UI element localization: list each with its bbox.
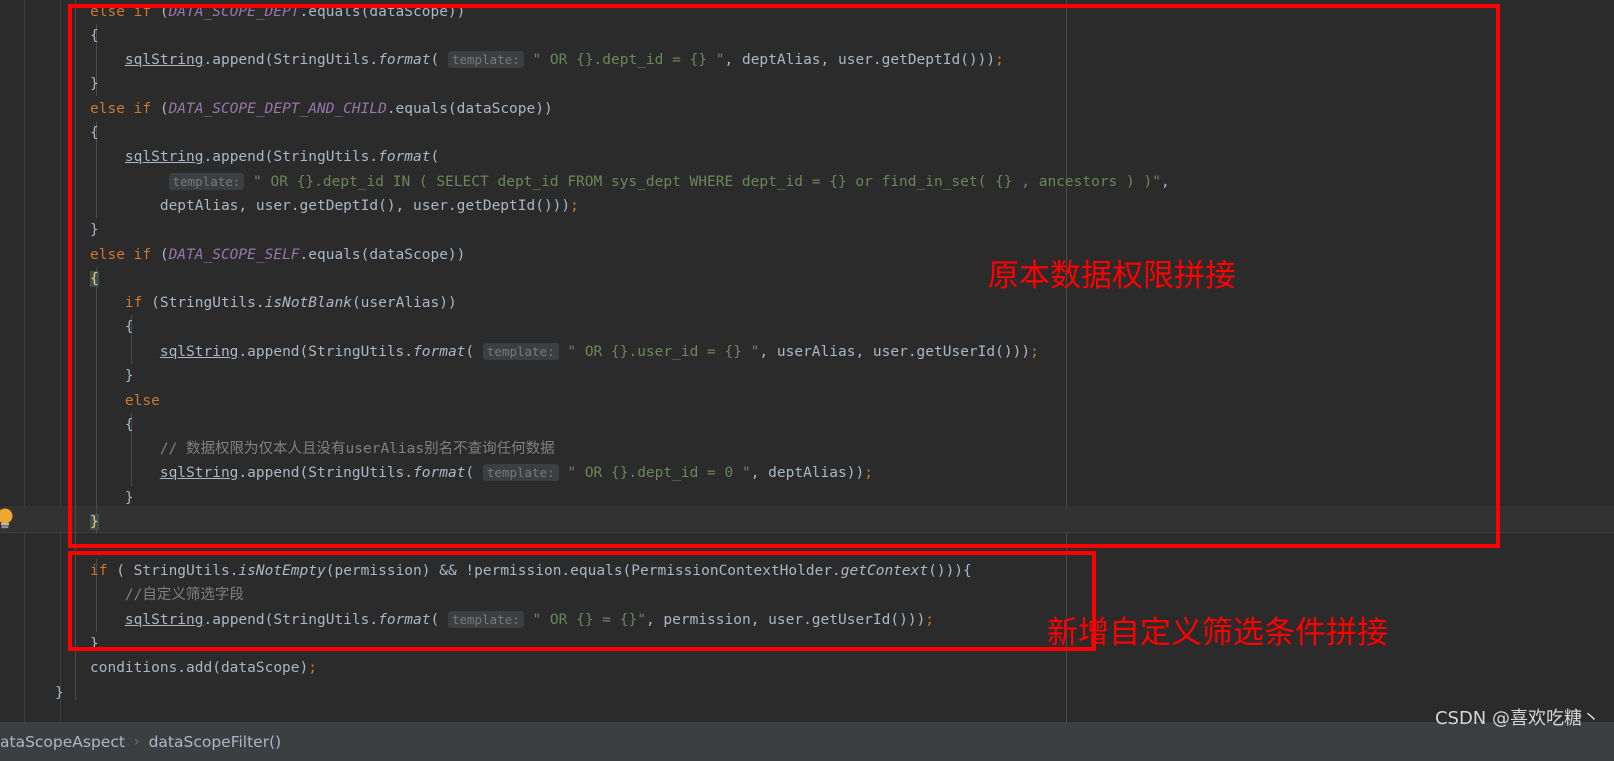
code-line: } bbox=[55, 685, 64, 701]
annotation-label-original: 原本数据权限拼接 bbox=[988, 258, 1236, 294]
breadcrumb-item-class[interactable]: ataScopeAspect bbox=[0, 733, 125, 751]
code-editor[interactable]: else if (DATA_SCOPE_DEPT.equals(dataScop… bbox=[0, 0, 1614, 722]
lightbulb-icon[interactable] bbox=[0, 505, 18, 531]
chevron-right-icon: › bbox=[133, 733, 140, 750]
gutter-divider-1 bbox=[24, 0, 25, 722]
code-line: conditions.add(dataScope); bbox=[90, 660, 317, 676]
gutter-divider-2 bbox=[60, 0, 61, 722]
annotation-box-original bbox=[68, 4, 1500, 548]
annotation-label-new: 新增自定义筛选条件拼接 bbox=[1047, 615, 1388, 651]
breadcrumb-item-method[interactable]: dataScopeFilter() bbox=[149, 733, 282, 751]
breadcrumb[interactable]: ataScopeAspect › dataScopeFilter() bbox=[0, 722, 1614, 761]
annotation-box-new bbox=[68, 551, 1096, 651]
csdn-watermark: CSDN @喜欢吃糖丶 bbox=[1434, 708, 1600, 729]
